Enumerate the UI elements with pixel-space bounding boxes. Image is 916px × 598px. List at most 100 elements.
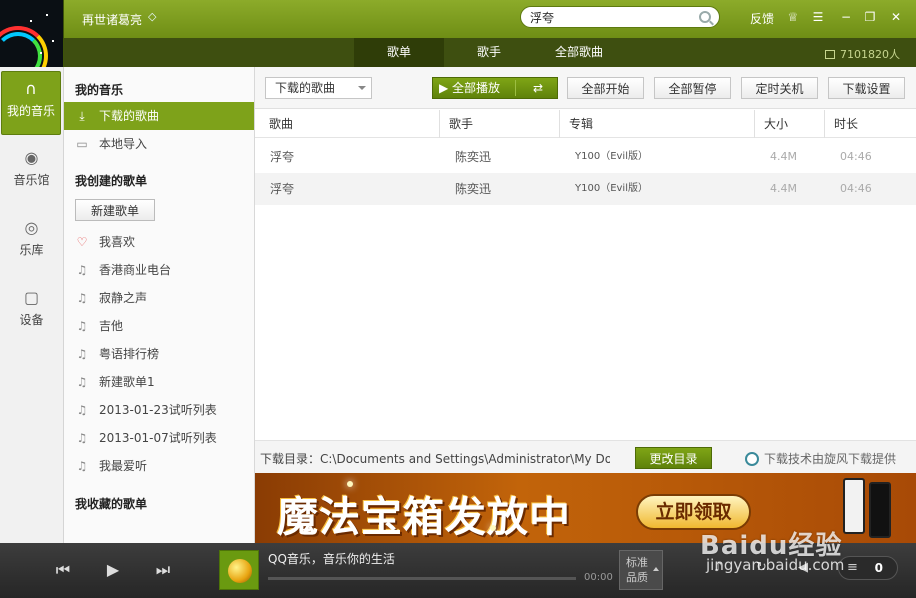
menu-icon[interactable]: ☰	[810, 9, 826, 25]
song-artist: 陈奕迅	[455, 150, 492, 164]
song-title: 浮夸	[270, 182, 295, 196]
column-song[interactable]: 歌曲	[260, 110, 440, 138]
my-music-heading: 我的音乐	[75, 83, 124, 97]
next-icon[interactable]: ⏭	[152, 559, 174, 581]
qq-music-logo	[228, 559, 252, 583]
song-filter-dropdown[interactable]: 下载的歌曲	[265, 77, 372, 99]
user-count-label: 7101820人	[840, 48, 900, 61]
skin-icon[interactable]: ♕	[785, 9, 801, 25]
nav-devices[interactable]: ▢ 设备	[0, 281, 63, 345]
column-album[interactable]: 专辑	[560, 110, 755, 138]
tab-artists[interactable]: 歌手	[444, 38, 534, 67]
playlist-label: 香港商业电台	[99, 263, 172, 277]
monitor-icon: ▭	[76, 137, 88, 151]
search-input[interactable]	[530, 10, 690, 25]
left-nav: ∩ 我的音乐 ◉ 音乐馆 ◎ 乐库 ▢ 设备	[0, 67, 64, 543]
download-settings-button[interactable]: 下载设置	[828, 77, 905, 99]
playlist-item[interactable]: ♫ 香港商业电台	[64, 256, 254, 284]
pause-all-button[interactable]: 全部暂停	[654, 77, 731, 99]
nav-music-hall[interactable]: ◉ 音乐馆	[0, 141, 63, 205]
play-icon: ▶	[439, 81, 453, 95]
download-path: 下载目录：C:\Documents and Settings\Administr…	[260, 452, 610, 466]
loop-icon[interactable]: ↻	[756, 560, 767, 575]
nav-my-music[interactable]: ∩ 我的音乐	[1, 71, 61, 135]
minimize-icon[interactable]: −	[838, 9, 854, 25]
playlist-item[interactable]: ♫ 2013-01-23试听列表	[64, 396, 254, 424]
playlist-button[interactable]: ≡ 0	[838, 556, 898, 580]
divider	[515, 80, 516, 96]
sidebar-item-local-import[interactable]: ▭ 本地导入	[64, 130, 254, 158]
column-artist[interactable]: 歌手	[440, 110, 560, 138]
column-size[interactable]: 大小	[755, 110, 825, 138]
phone-image	[843, 478, 865, 534]
start-all-button[interactable]: 全部开始	[567, 77, 644, 99]
restore-icon[interactable]: ❐	[862, 9, 878, 25]
playlist-item[interactable]: ♫ 2013-01-07试听列表	[64, 424, 254, 452]
diamond-icon[interactable]: ◇	[148, 10, 156, 23]
play-all-button[interactable]: ▶ 全部播放 ⇄	[432, 77, 558, 99]
search-box[interactable]	[520, 6, 720, 28]
download-credit[interactable]: 下载技术由旋风下载提供	[745, 450, 896, 467]
sparkle	[347, 481, 353, 487]
volume-icon[interactable]: ◀	[798, 560, 808, 575]
stats-icon	[825, 50, 835, 59]
playlist-item[interactable]: ♡ 我喜欢	[64, 228, 254, 256]
star	[30, 20, 32, 22]
playlist-icon: ≡	[847, 560, 858, 575]
new-playlist-button[interactable]: 新建歌单	[75, 199, 155, 221]
playlist-count: 0	[874, 561, 883, 575]
download-icon: ⤓	[79, 109, 85, 123]
download-bar: 下载目录：C:\Documents and Settings\Administr…	[255, 440, 916, 473]
playlist-label: 吉他	[99, 319, 124, 333]
quality-selector[interactable]: 标准品质	[619, 550, 663, 590]
star	[40, 52, 42, 54]
playlist-item[interactable]: ♫ 粤语排行榜	[64, 340, 254, 368]
headphones-icon: ∩	[25, 79, 37, 98]
music-note-icon: ♫	[76, 319, 88, 333]
close-icon[interactable]: ✕	[888, 9, 904, 25]
username[interactable]: 再世诸葛亮	[82, 11, 142, 28]
song-title: 浮夸	[270, 150, 295, 164]
toolbar: 下载的歌曲 ▶ 全部播放 ⇄ 全部开始 全部暂停 定时关机 下载设置	[255, 67, 916, 109]
promo-banner[interactable]: 魔法宝箱发放中 立即领取	[255, 473, 916, 543]
app-logo[interactable]	[0, 0, 64, 68]
nav-library[interactable]: ◎ 乐库	[0, 211, 63, 275]
playlist-item[interactable]: ♫ 寂静之声	[64, 284, 254, 312]
chevron-up-icon	[653, 567, 659, 571]
previous-icon[interactable]: ⏮	[52, 559, 74, 581]
play-icon[interactable]: ▶	[102, 559, 124, 581]
shuffle-icon[interactable]: ⇄	[521, 78, 555, 98]
tab-all-songs[interactable]: 全部歌曲	[534, 38, 624, 67]
search-icon[interactable]	[699, 11, 711, 23]
song-duration: 04:46	[840, 182, 872, 195]
playlist-label: 寂静之声	[99, 291, 148, 305]
tab-playlists[interactable]: 歌单	[354, 38, 444, 67]
table-header: 歌曲 歌手 专辑 大小 时长	[255, 110, 916, 138]
filter-label: 下载的歌曲	[275, 81, 336, 95]
table-row[interactable]: 浮夸 陈奕迅 Y100（Evil版） 4.4M 04:46	[255, 173, 916, 205]
claim-now-button[interactable]: 立即领取	[636, 494, 751, 530]
star	[46, 14, 48, 16]
quality-label: 标准品质	[626, 556, 648, 584]
star	[52, 40, 54, 42]
banner-title: 魔法宝箱发放中	[277, 493, 571, 541]
progress-bar[interactable]	[268, 577, 576, 580]
feedback-link[interactable]: 反馈	[750, 10, 774, 27]
device-icon: ▢	[23, 288, 40, 307]
playlist-label: 粤语排行榜	[99, 347, 160, 361]
album-cover[interactable]	[219, 550, 259, 590]
shutdown-timer-button[interactable]: 定时关机	[741, 77, 818, 99]
playlist-item[interactable]: ♫ 新建歌单1	[64, 368, 254, 396]
playlist-item[interactable]: ♫ 我最爱听	[64, 452, 254, 480]
music-note-icon: ♫	[76, 431, 88, 445]
lyrics-icon[interactable]: ♪	[714, 560, 722, 575]
sparkle	[490, 525, 496, 531]
table-row[interactable]: 浮夸 陈奕迅 Y100（Evil版） 4.4M 04:46	[255, 141, 916, 173]
playlist-label: 我喜欢	[99, 235, 136, 249]
song-size: 4.4M	[770, 182, 797, 195]
change-directory-button[interactable]: 更改目录	[635, 447, 712, 469]
whirlwind-icon	[745, 452, 759, 466]
column-duration[interactable]: 时长	[825, 110, 916, 138]
playlist-item[interactable]: ♫ 吉他	[64, 312, 254, 340]
sidebar-item-downloaded[interactable]: ⤓ 下载的歌曲	[64, 102, 254, 130]
